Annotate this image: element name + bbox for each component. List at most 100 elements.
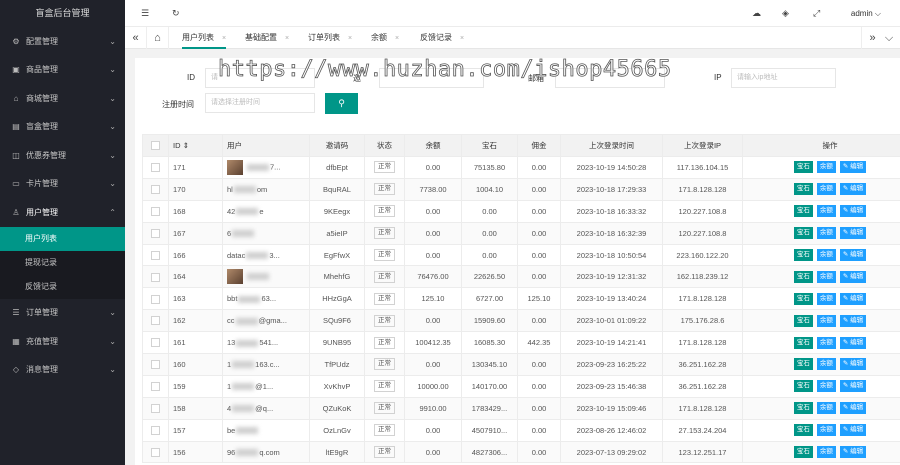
select-all-checkbox[interactable] xyxy=(151,141,160,151)
balance-button[interactable]: 余额 xyxy=(816,424,836,437)
submenu-item-2[interactable]: 反馈记录 xyxy=(0,275,125,299)
invite-code-cell: a5ieIP xyxy=(309,221,365,245)
edit-button[interactable]: ✎ 编辑 xyxy=(839,183,867,196)
filter-email-input[interactable] xyxy=(555,68,665,88)
balance-button[interactable]: 余额 xyxy=(816,205,836,218)
row-checkbox[interactable] xyxy=(151,228,160,238)
gem-button[interactable]: 宝石 xyxy=(793,183,813,196)
tag-icon[interactable]: ◈ xyxy=(782,0,789,27)
edit-button[interactable]: ✎ 编辑 xyxy=(839,314,867,327)
balance-button[interactable]: 余额 xyxy=(816,314,836,327)
row-checkbox[interactable] xyxy=(151,250,160,260)
theme-icon[interactable]: ☁ xyxy=(752,0,761,27)
edit-button[interactable]: ✎ 编辑 xyxy=(839,227,867,240)
gem-button[interactable]: 宝石 xyxy=(793,358,813,371)
submenu-item-0[interactable]: 用户列表 xyxy=(0,226,125,251)
tab-1[interactable]: 基础配置 × xyxy=(245,27,289,49)
column-header: 邀请码 xyxy=(309,134,365,157)
row-checkbox[interactable] xyxy=(151,206,160,216)
edit-button[interactable]: ✎ 编辑 xyxy=(839,205,867,218)
row-checkbox[interactable] xyxy=(151,316,160,326)
tab-4[interactable]: 反馈记录 × xyxy=(420,27,464,49)
balance-button[interactable]: 余额 xyxy=(816,249,836,261)
user-prefix: 42 xyxy=(227,206,236,216)
gem-button[interactable]: 宝石 xyxy=(793,205,813,218)
row-checkbox[interactable] xyxy=(151,382,160,392)
sidebar-item-2[interactable]: ⌂ 商城管理 ⌄ xyxy=(0,84,125,113)
sidebar-item-0[interactable]: ⚙ 配置管理 ⌄ xyxy=(0,27,125,56)
close-icon[interactable]: × xyxy=(222,35,226,42)
filter-ip-input[interactable]: 请输入ip地址 xyxy=(731,68,836,88)
balance-button[interactable]: 余额 xyxy=(816,270,836,283)
row-checkbox[interactable] xyxy=(151,447,160,457)
sidebar-item-9[interactable]: ◇ 消息管理 ⌄ xyxy=(0,356,125,385)
sidebar-item-5[interactable]: ▭ 卡片管理 ⌄ xyxy=(0,170,125,199)
balance-button[interactable]: 余额 xyxy=(816,227,836,240)
balance-button[interactable]: 余额 xyxy=(816,292,836,305)
edit-button[interactable]: ✎ 编辑 xyxy=(839,161,867,174)
row-checkbox[interactable] xyxy=(151,425,160,435)
edit-button[interactable]: ✎ 编辑 xyxy=(839,402,867,415)
tab-0[interactable]: 用户列表 × xyxy=(182,27,227,49)
gem-button[interactable]: 宝石 xyxy=(793,424,813,437)
edit-button[interactable]: ✎ 编辑 xyxy=(839,270,867,283)
row-checkbox[interactable] xyxy=(151,185,160,195)
filter-id-input[interactable]: 请 xyxy=(205,68,315,88)
row-checkbox[interactable] xyxy=(151,272,160,282)
gem-button[interactable]: 宝石 xyxy=(793,270,813,283)
sidebar-item-6[interactable]: ♙ 用户管理 ⌃ xyxy=(0,198,125,227)
gem-button[interactable]: 宝石 xyxy=(793,402,813,415)
row-checkbox[interactable] xyxy=(151,163,160,173)
gem-button[interactable]: 宝石 xyxy=(793,336,813,349)
home-tab-icon[interactable]: ⌂ xyxy=(147,27,169,49)
close-icon[interactable]: × xyxy=(348,35,352,42)
gem-button[interactable]: 宝石 xyxy=(793,161,813,174)
edit-button[interactable]: ✎ 编辑 xyxy=(839,446,867,459)
edit-button[interactable]: ✎ 编辑 xyxy=(839,292,867,305)
edit-button[interactable]: ✎ 编辑 xyxy=(839,424,867,437)
gem-button[interactable]: 宝石 xyxy=(793,292,813,305)
sidebar-item-8[interactable]: ▦ 充值管理 ⌄ xyxy=(0,327,125,356)
tab-dropdown-icon[interactable]: ⌵ xyxy=(878,27,900,49)
sidebar-item-3[interactable]: ▤ 盲盒管理 ⌄ xyxy=(0,113,125,142)
admin-menu[interactable]: admin ⌵ xyxy=(851,0,881,27)
balance-button[interactable]: 余额 xyxy=(816,358,836,371)
fullscreen-icon[interactable]: ⤢ xyxy=(813,0,820,27)
tab-3[interactable]: 余额 × xyxy=(371,27,399,49)
gem-button[interactable]: 宝石 xyxy=(793,249,813,261)
gem-button[interactable]: 宝石 xyxy=(793,314,813,327)
balance-button[interactable]: 余额 xyxy=(816,336,836,349)
balance-button[interactable]: 余额 xyxy=(816,183,836,196)
row-checkbox[interactable] xyxy=(151,404,160,413)
submenu-item-1[interactable]: 提现记录 xyxy=(0,251,125,275)
close-icon[interactable]: × xyxy=(285,35,289,42)
balance-button[interactable]: 余额 xyxy=(816,446,836,459)
row-checkbox[interactable] xyxy=(151,294,160,304)
gem-button[interactable]: 宝石 xyxy=(793,380,813,393)
filter-invite-input[interactable] xyxy=(379,68,484,88)
sidebar-item-4[interactable]: ◫ 优惠券管理 ⌄ xyxy=(0,141,125,170)
edit-button[interactable]: ✎ 编辑 xyxy=(839,358,867,371)
tab-2[interactable]: 订单列表 × xyxy=(308,27,352,49)
gem-button[interactable]: 宝石 xyxy=(793,227,813,240)
row-checkbox[interactable] xyxy=(151,360,160,370)
sidebar-item-7[interactable]: ☰ 订单管理 ⌄ xyxy=(0,299,125,328)
sidebar-item-1[interactable]: ▣ 商品管理 ⌄ xyxy=(0,56,125,85)
filter-regtime-input[interactable]: 请选择注册时间 xyxy=(205,93,315,113)
gem-button[interactable]: 宝石 xyxy=(793,446,813,459)
search-button[interactable]: ⚲ xyxy=(325,93,358,114)
edit-button[interactable]: ✎ 编辑 xyxy=(839,380,867,393)
tab-scroll-left-icon[interactable]: « xyxy=(125,27,147,49)
refresh-icon[interactable]: ↻ xyxy=(172,0,180,27)
close-icon[interactable]: × xyxy=(395,35,399,42)
column-header[interactable]: ID ⇕ xyxy=(168,134,223,157)
balance-button[interactable]: 余额 xyxy=(816,380,836,393)
edit-button[interactable]: ✎ 编辑 xyxy=(839,249,867,261)
balance-button[interactable]: 余额 xyxy=(816,402,836,415)
menu-toggle-icon[interactable]: ☰ xyxy=(141,0,149,27)
row-checkbox[interactable] xyxy=(151,338,160,348)
row-select-cell xyxy=(142,156,169,179)
balance-button[interactable]: 余额 xyxy=(816,161,836,174)
edit-button[interactable]: ✎ 编辑 xyxy=(839,336,867,349)
close-icon[interactable]: × xyxy=(460,35,464,42)
